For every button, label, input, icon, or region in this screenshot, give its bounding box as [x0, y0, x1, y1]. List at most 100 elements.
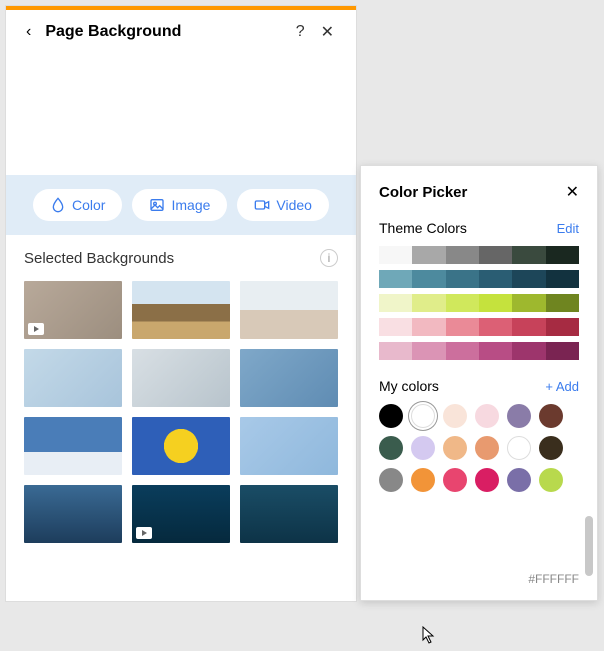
- theme-swatch[interactable]: [479, 294, 512, 312]
- theme-swatch[interactable]: [546, 318, 579, 336]
- theme-row: [379, 270, 579, 288]
- back-button[interactable]: ‹: [20, 21, 37, 43]
- add-color-link[interactable]: + Add: [545, 379, 579, 394]
- background-thumb[interactable]: [24, 417, 122, 475]
- scrollbar[interactable]: [585, 516, 593, 576]
- tab-color-label: Color: [72, 197, 105, 213]
- cursor-icon: [421, 626, 439, 651]
- background-thumb[interactable]: [24, 281, 122, 339]
- theme-swatch[interactable]: [412, 270, 445, 288]
- theme-row: [379, 294, 579, 312]
- theme-swatch[interactable]: [446, 294, 479, 312]
- color-swatch[interactable]: [507, 436, 531, 460]
- color-picker-panel: Color Picker ✕ Theme Colors Edit My colo…: [360, 165, 598, 601]
- background-thumb[interactable]: [24, 485, 122, 543]
- color-swatch[interactable]: [411, 436, 435, 460]
- background-thumb[interactable]: [132, 281, 230, 339]
- selected-backgrounds-header: Selected Backgrounds i: [6, 235, 356, 281]
- theme-swatch[interactable]: [379, 318, 412, 336]
- my-colors-label: My colors: [379, 378, 439, 394]
- color-picker-close-button[interactable]: ✕: [566, 182, 579, 202]
- page-title: Page Background: [45, 23, 287, 41]
- tab-video-label: Video: [276, 197, 312, 213]
- tab-image[interactable]: Image: [132, 189, 227, 221]
- info-icon[interactable]: i: [320, 249, 338, 267]
- theme-swatch[interactable]: [446, 342, 479, 360]
- color-swatch[interactable]: [443, 404, 467, 428]
- background-thumb[interactable]: [132, 349, 230, 407]
- theme-swatch[interactable]: [412, 246, 445, 264]
- color-swatch[interactable]: [411, 468, 435, 492]
- color-swatch[interactable]: [443, 436, 467, 460]
- theme-swatch[interactable]: [379, 342, 412, 360]
- theme-swatch[interactable]: [512, 294, 545, 312]
- color-picker-title: Color Picker: [379, 184, 566, 201]
- color-swatch[interactable]: [443, 468, 467, 492]
- background-grid: [6, 281, 356, 561]
- theme-swatch[interactable]: [412, 294, 445, 312]
- theme-swatch[interactable]: [379, 246, 412, 264]
- color-swatch[interactable]: [475, 404, 499, 428]
- theme-swatch[interactable]: [412, 342, 445, 360]
- tab-color[interactable]: Color: [33, 189, 122, 221]
- theme-swatch[interactable]: [512, 342, 545, 360]
- image-icon: [149, 197, 165, 213]
- color-swatch[interactable]: [475, 436, 499, 460]
- background-thumb[interactable]: [132, 485, 230, 543]
- background-thumb[interactable]: [240, 417, 338, 475]
- background-thumb[interactable]: [240, 281, 338, 339]
- theme-row: [379, 342, 579, 360]
- theme-swatch[interactable]: [546, 294, 579, 312]
- theme-row: [379, 318, 579, 336]
- theme-swatch[interactable]: [512, 246, 545, 264]
- theme-swatch[interactable]: [446, 318, 479, 336]
- color-swatch[interactable]: [411, 404, 435, 428]
- selected-backgrounds-label: Selected Backgrounds: [24, 250, 174, 267]
- theme-swatch[interactable]: [379, 270, 412, 288]
- theme-swatch[interactable]: [479, 318, 512, 336]
- color-swatch[interactable]: [539, 436, 563, 460]
- tab-image-label: Image: [171, 197, 210, 213]
- my-colors-grid: [379, 404, 579, 492]
- theme-swatch[interactable]: [546, 270, 579, 288]
- hex-value: #FFFFFF: [528, 572, 579, 586]
- color-swatch[interactable]: [539, 468, 563, 492]
- theme-row: [379, 246, 579, 264]
- theme-swatch[interactable]: [512, 270, 545, 288]
- color-swatch[interactable]: [379, 404, 403, 428]
- background-thumb[interactable]: [132, 417, 230, 475]
- color-swatch[interactable]: [507, 468, 531, 492]
- color-swatch[interactable]: [475, 468, 499, 492]
- theme-swatch[interactable]: [379, 294, 412, 312]
- color-swatch[interactable]: [379, 436, 403, 460]
- close-button[interactable]: ✕: [313, 20, 342, 44]
- background-thumb[interactable]: [240, 485, 338, 543]
- background-thumb[interactable]: [240, 349, 338, 407]
- background-thumb[interactable]: [24, 349, 122, 407]
- theme-swatch[interactable]: [546, 246, 579, 264]
- droplet-icon: [50, 197, 66, 213]
- theme-swatch[interactable]: [479, 342, 512, 360]
- theme-colors-header: Theme Colors Edit: [379, 220, 579, 236]
- theme-swatch[interactable]: [546, 342, 579, 360]
- color-picker-header: Color Picker ✕: [379, 182, 579, 202]
- color-swatch[interactable]: [379, 468, 403, 492]
- background-type-tabs: Color Image Video: [6, 175, 356, 235]
- theme-color-rows: [379, 246, 579, 360]
- theme-colors-label: Theme Colors: [379, 220, 467, 236]
- edit-theme-link[interactable]: Edit: [557, 221, 579, 236]
- theme-swatch[interactable]: [479, 270, 512, 288]
- my-colors-header: My colors + Add: [379, 378, 579, 394]
- theme-swatch[interactable]: [446, 246, 479, 264]
- theme-swatch[interactable]: [446, 270, 479, 288]
- color-swatch[interactable]: [539, 404, 563, 428]
- tab-video[interactable]: Video: [237, 189, 329, 221]
- theme-swatch[interactable]: [412, 318, 445, 336]
- panel-header: ‹ Page Background ? ✕: [6, 10, 356, 55]
- theme-swatch[interactable]: [512, 318, 545, 336]
- color-swatch[interactable]: [507, 404, 531, 428]
- theme-swatch[interactable]: [479, 246, 512, 264]
- empty-area: [6, 55, 356, 175]
- video-badge-icon: [136, 527, 152, 539]
- help-button[interactable]: ?: [288, 21, 313, 43]
